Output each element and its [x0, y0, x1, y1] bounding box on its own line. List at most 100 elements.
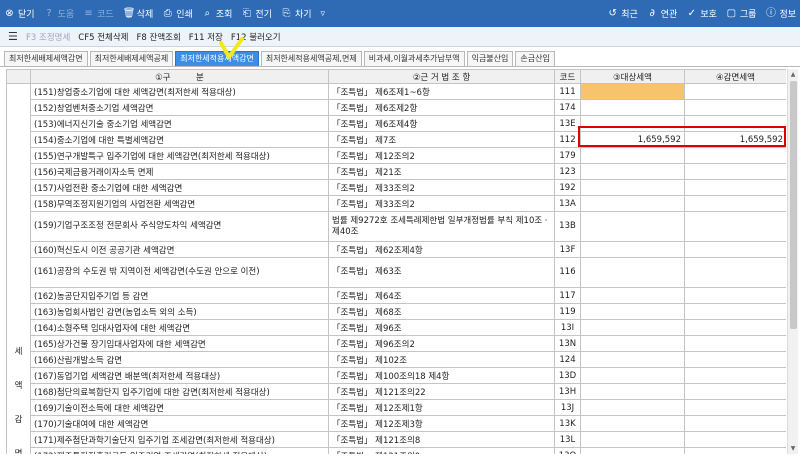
- target-tax-input[interactable]: [580, 195, 685, 212]
- target-tax-input[interactable]: [580, 303, 685, 320]
- target-tax-input[interactable]: [580, 383, 685, 400]
- reduction-tax-input[interactable]: [684, 115, 786, 132]
- scroll-thumb[interactable]: [790, 81, 797, 329]
- reduction-tax-input[interactable]: [684, 367, 786, 384]
- target-tax-input[interactable]: [580, 147, 685, 164]
- target-tax-input[interactable]: 1,659,592: [580, 131, 685, 148]
- table-row: (160)혁신도시 이전 공공기관 세액감면 「조특법」 제62조제4항 13F: [7, 241, 786, 258]
- target-tax-input[interactable]: [580, 415, 685, 432]
- code-cell: 13Q: [554, 447, 581, 454]
- reduction-tax-input[interactable]: [684, 99, 786, 116]
- tab-item[interactable]: 최저한세적용세액감면: [175, 51, 259, 66]
- reduction-tax-input[interactable]: [684, 179, 786, 196]
- print-icon: ⎙: [163, 8, 172, 19]
- target-tax-input[interactable]: [580, 447, 685, 454]
- hamburger-menu-icon[interactable]: ☰: [8, 30, 20, 43]
- table-row: (157)사업전환 중소기업에 대한 세액감면 「조특법」 제33조의2 192: [7, 179, 786, 196]
- toolbar-code-button[interactable]: ≡ 코드: [83, 7, 113, 20]
- function-key-button[interactable]: F12 불러오기: [231, 31, 281, 43]
- table-row: (166)산림개발소득 감면 「조특법」 제102조 124: [7, 351, 786, 368]
- law-reference-cell: 「조특법」 제12조제3항: [328, 415, 555, 432]
- toolbar-search-button[interactable]: ⌕ 조회: [202, 7, 233, 20]
- target-tax-input[interactable]: [580, 287, 685, 304]
- target-tax-input[interactable]: [580, 257, 685, 288]
- target-tax-input[interactable]: [580, 399, 685, 416]
- tab-item[interactable]: 최저한세적용세액공제,면제: [260, 51, 362, 66]
- reduction-tax-input[interactable]: [684, 195, 786, 212]
- reduction-tax-input[interactable]: [684, 163, 786, 180]
- toolbar-print-button[interactable]: ⎙ 인쇄: [162, 7, 193, 20]
- reduction-tax-input[interactable]: [684, 399, 786, 416]
- scroll-down-icon[interactable]: ▼: [788, 443, 798, 454]
- reduction-tax-input[interactable]: [684, 383, 786, 400]
- item-name-cell: (162)농공단지입주기업 등 감면: [30, 287, 329, 304]
- code-cell: 117: [554, 287, 581, 304]
- target-tax-input[interactable]: [580, 115, 685, 132]
- function-key-button[interactable]: F8 잔액조회: [137, 31, 181, 43]
- toolbar-prev-button[interactable]: ⎗ 전기: [241, 7, 272, 20]
- tab-item[interactable]: 비과세,이월과세추가납부액: [363, 51, 465, 66]
- function-key-button[interactable]: F11 저장: [189, 31, 223, 43]
- target-tax-input[interactable]: [580, 431, 685, 448]
- code-cell: 116: [554, 257, 581, 288]
- tab-item[interactable]: 손금산입: [515, 51, 555, 66]
- toolbar-info-button[interactable]: ⓘ 정보: [765, 7, 796, 20]
- tab-item[interactable]: 최저한세배제세액감면: [4, 51, 88, 66]
- toolbar-help-button[interactable]: ? 도움: [44, 7, 74, 20]
- table-row: (167)동업기업 세액감면 배분액(최저한세 적용대상) 「조특법」 제100조…: [7, 367, 786, 384]
- target-tax-input[interactable]: [580, 367, 685, 384]
- target-tax-input[interactable]: [580, 319, 685, 336]
- table-row: (171)제주첨단과학기술단지 입주기업 조세감면(최저한세 적용대상) 「조특법…: [7, 431, 786, 448]
- scroll-up-icon[interactable]: ▲: [788, 69, 798, 80]
- toolbar-shield-button[interactable]: ✓ 보호: [686, 7, 717, 20]
- toolbar-button-label: 연관: [660, 10, 678, 20]
- code-cell: 13F: [554, 241, 581, 258]
- target-tax-input[interactable]: [580, 335, 685, 352]
- vertical-scrollbar[interactable]: ▲ ▼: [787, 69, 798, 454]
- law-reference-cell: 「조특법」 제96조의2: [328, 335, 555, 352]
- grid-table: ①구 분 ②근 거 법 조 항 코드 ③대상세액 ④감면세액 세 액 감 면 (151)…: [6, 69, 786, 454]
- reduction-tax-input[interactable]: 1,659,592: [684, 131, 786, 148]
- reduction-tax-input[interactable]: [684, 447, 786, 454]
- target-tax-input[interactable]: [580, 351, 685, 368]
- toolbar-trash-button[interactable]: 🗑 삭제: [123, 7, 154, 20]
- target-tax-input[interactable]: [580, 163, 685, 180]
- target-tax-input[interactable]: [580, 99, 685, 116]
- reduction-tax-input[interactable]: [684, 83, 786, 100]
- toolbar-link-button[interactable]: ∂ 연관: [647, 7, 678, 20]
- reduction-tax-input[interactable]: [684, 351, 786, 368]
- main-toolbar: ⊗ 닫기 ? 도움 ≡ 코드 🗑 삭제 ⎙ 인쇄 ⌕ 조회 ⎗ 전기 ⎘ 차기 ▿ ↺ 최근 ∂ 연관 ✓ 보호 ▢ 그룹 ⓘ 정…: [0, 0, 800, 27]
- code-cell: 119: [554, 303, 581, 320]
- item-name-cell: (164)소형주택 임대사업자에 대한 세액감면: [30, 319, 329, 336]
- toolbar-next-button[interactable]: ⎘ 차기: [281, 7, 311, 20]
- target-tax-input[interactable]: [580, 83, 685, 100]
- law-reference-cell: 「조특법」 제96조: [328, 319, 555, 336]
- reduction-tax-input[interactable]: [684, 431, 786, 448]
- toolbar-more-icon[interactable]: ▿: [321, 9, 326, 19]
- header-law: ②근 거 법 조 항: [328, 69, 555, 84]
- item-name-cell: (152)창업벤처중소기업 세액감면: [30, 99, 329, 116]
- reduction-tax-input[interactable]: [684, 287, 786, 304]
- tab-item[interactable]: 최저한세배제세액공제: [89, 51, 174, 66]
- law-reference-cell: 「조특법」 제21조: [328, 163, 555, 180]
- code-cell: 192: [554, 179, 581, 196]
- reduction-tax-input[interactable]: [684, 241, 786, 258]
- function-key-button[interactable]: CF5 전체삭제: [78, 31, 128, 43]
- reduction-tax-input[interactable]: [684, 415, 786, 432]
- function-key-button[interactable]: F3 조정명세: [26, 31, 70, 43]
- target-tax-input[interactable]: [580, 211, 685, 242]
- reduction-tax-input[interactable]: [684, 319, 786, 336]
- target-tax-input[interactable]: [580, 241, 685, 258]
- code-cell: 13K: [554, 415, 581, 432]
- toolbar-recent-button[interactable]: ↺ 최근: [607, 7, 637, 20]
- reduction-tax-input[interactable]: [684, 257, 786, 288]
- reduction-tax-input[interactable]: [684, 211, 786, 242]
- toolbar-close-button[interactable]: ⊗ 닫기: [4, 7, 34, 20]
- code-cell: 13J: [554, 399, 581, 416]
- reduction-tax-input[interactable]: [684, 147, 786, 164]
- tab-item[interactable]: 익금불산입: [466, 51, 514, 66]
- toolbar-group-button[interactable]: ▢ 그룹: [726, 7, 757, 20]
- reduction-tax-input[interactable]: [684, 335, 786, 352]
- target-tax-input[interactable]: [580, 179, 685, 196]
- reduction-tax-input[interactable]: [684, 303, 786, 320]
